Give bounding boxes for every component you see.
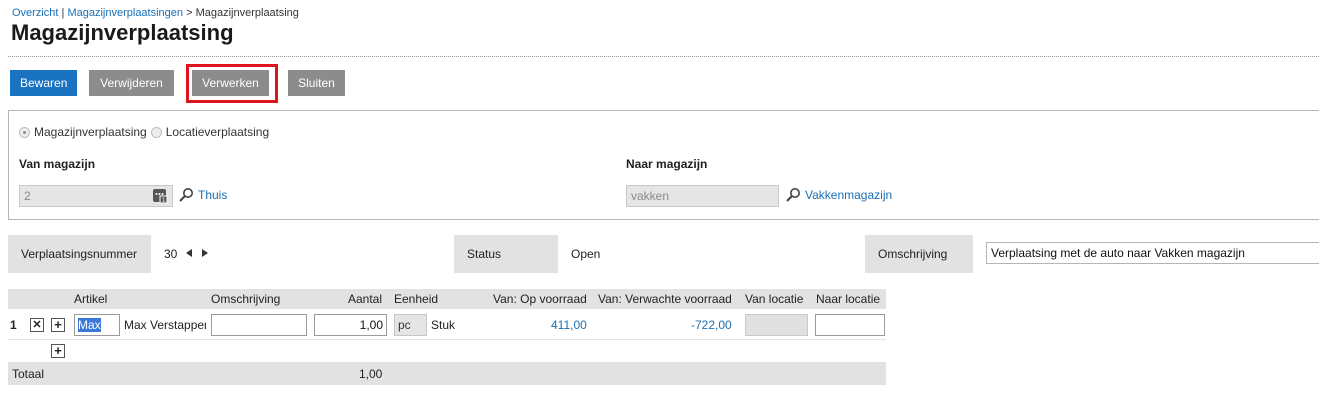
transfer-number-label: Verplaatsingsnummer bbox=[8, 235, 151, 273]
col-article: Artikel bbox=[74, 292, 108, 306]
title-divider bbox=[8, 56, 1319, 57]
total-bar bbox=[8, 362, 886, 385]
expected-stock-value[interactable]: -722,00 bbox=[691, 318, 732, 332]
in-stock-value[interactable]: 411,00 bbox=[551, 318, 587, 332]
page-title: Magazijnverplaatsing bbox=[11, 20, 234, 45]
list-picker-icon[interactable]: 1 bbox=[152, 188, 168, 204]
row-separator bbox=[8, 339, 886, 340]
from-location-field[interactable] bbox=[745, 314, 808, 336]
radio-location-transfer-label[interactable]: Locatieverplaatsing bbox=[166, 125, 269, 139]
from-warehouse-input[interactable]: 2 bbox=[19, 185, 173, 207]
breadcrumb-transfers-link[interactable]: Magazijnverplaatsingen bbox=[67, 7, 183, 19]
breadcrumb-overview-link[interactable]: Overzicht bbox=[12, 7, 58, 19]
col-expected-stock: Van: Verwachte voorraad bbox=[598, 292, 732, 306]
row-description-input[interactable] bbox=[211, 314, 307, 336]
transfer-number-value: 30 bbox=[164, 247, 178, 261]
status-label: Status bbox=[454, 235, 558, 273]
col-description: Omschrijving bbox=[211, 292, 281, 306]
delete-row-icon[interactable]: ✕ bbox=[30, 318, 44, 332]
col-in-stock: Van: Op voorraad bbox=[493, 292, 587, 306]
breadcrumb: Overzicht | Magazijnverplaatsingen > Mag… bbox=[12, 7, 299, 19]
to-warehouse-label: Naar magazijn bbox=[626, 157, 708, 171]
add-row-icon[interactable]: + bbox=[51, 318, 65, 332]
unit-name: Stuk bbox=[431, 318, 456, 332]
from-warehouse-name-link[interactable]: Thuis bbox=[198, 188, 227, 202]
process-button[interactable]: Verwerken bbox=[192, 70, 269, 96]
radio-warehouse-transfer-label[interactable]: Magazijnverplaatsing bbox=[34, 125, 147, 139]
move-type-radio-group: Magazijnverplaatsing Locatieverplaatsing bbox=[19, 125, 269, 139]
from-warehouse-label: Van magazijn bbox=[19, 157, 96, 171]
save-button[interactable]: Bewaren bbox=[10, 70, 77, 96]
warehouse-panel: Magazijnverplaatsing Locatieverplaatsing… bbox=[8, 110, 1319, 220]
status-value: Open bbox=[571, 247, 601, 261]
article-code-input[interactable]: Max bbox=[74, 314, 120, 336]
breadcrumb-current: Magazijnverplaatsing bbox=[195, 7, 299, 19]
quantity-input[interactable]: 1,00 bbox=[314, 314, 387, 336]
article-code-selection: Max bbox=[78, 318, 101, 332]
description-input[interactable]: Verplaatsing met de auto naar Vakken mag… bbox=[986, 242, 1319, 264]
to-warehouse-name-link[interactable]: Vakkenmagazijn bbox=[805, 188, 892, 202]
article-name: Max Verstappen bbox=[124, 318, 206, 332]
breadcrumb-separator: > bbox=[183, 7, 196, 19]
description-label: Omschrijving bbox=[865, 235, 973, 273]
col-from-location: Van locatie bbox=[745, 292, 804, 306]
col-quantity: Aantal bbox=[348, 292, 383, 306]
to-warehouse-input[interactable]: vakken bbox=[626, 185, 779, 207]
search-icon[interactable] bbox=[178, 187, 194, 203]
delete-button[interactable]: Verwijderen bbox=[89, 70, 174, 96]
radio-warehouse-transfer[interactable] bbox=[19, 126, 30, 138]
previous-icon[interactable] bbox=[185, 248, 193, 258]
add-line-icon[interactable]: + bbox=[51, 344, 65, 358]
total-label: Totaal bbox=[12, 367, 45, 381]
next-icon[interactable] bbox=[201, 248, 209, 258]
col-unit: Eenheid bbox=[394, 292, 439, 306]
col-to-location: Naar locatie bbox=[816, 292, 881, 306]
radio-location-transfer[interactable] bbox=[150, 126, 162, 138]
search-icon[interactable] bbox=[785, 187, 801, 203]
total-quantity: 1,00 bbox=[359, 367, 383, 381]
unit-code-field[interactable]: pc bbox=[394, 314, 427, 336]
close-button[interactable]: Sluiten bbox=[288, 70, 345, 96]
to-location-input[interactable] bbox=[815, 314, 885, 336]
row-line-number: 1 bbox=[10, 318, 17, 332]
